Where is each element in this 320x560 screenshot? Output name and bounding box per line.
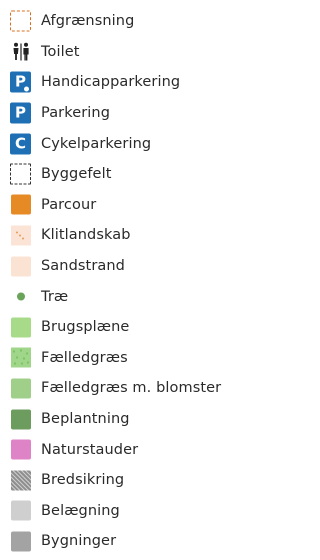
legend-item-naturstauder: Naturstauder (0, 434, 258, 465)
legend-label: Bredsikring (41, 472, 125, 489)
legend-label: Cykelparkering (41, 135, 152, 152)
legend-item-trae: Træ (0, 281, 258, 312)
legend-label: Brugsplæne (41, 319, 130, 336)
parking-letter: P (10, 102, 31, 124)
dunes-swatch (10, 225, 31, 246)
legend-item-afgraensning: Afgrænsning (0, 6, 258, 37)
boundary-icon (10, 10, 31, 32)
legend-label: Træ (41, 288, 69, 305)
tree-icon (10, 286, 31, 307)
legend-item-faelledgraes-blomster: Fælledgræs m. blomster (0, 373, 258, 404)
legend-item-bredsikring: Bredsikring (0, 465, 258, 496)
legend-item-faelledgraes: Fælledgræs (0, 343, 258, 374)
legend-label: Klitlandskab (41, 227, 131, 244)
parcour-swatch (10, 194, 31, 215)
legend-label: Belægning (41, 502, 120, 519)
legend-label: Beplantning (41, 411, 130, 428)
legend-item-beplantning: Beplantning (0, 404, 258, 435)
legend-item-byggefelt: Byggefelt (0, 159, 258, 190)
legend-label: Byggefelt (41, 166, 112, 183)
legend-item-parcour: Parcour (0, 190, 258, 221)
sandstrand-swatch (10, 256, 31, 277)
legend-item-bygninger: Bygninger (0, 526, 258, 557)
building-plot-icon (10, 163, 31, 185)
toilet-icon (10, 41, 31, 62)
legend-item-brugsplaene: Brugsplæne (0, 312, 258, 343)
bygninger-swatch (10, 531, 31, 552)
brugsplaene-swatch (10, 317, 31, 338)
naturstauder-swatch (10, 439, 31, 460)
legend-item-handicapparkering: P Handicapparkering (0, 67, 258, 98)
cycle-letter: C (10, 133, 31, 155)
meadow-flowers-swatch (10, 378, 31, 399)
meadow-swatch (10, 347, 31, 368)
legend-label: Toilet (41, 43, 80, 60)
belaegning-swatch (10, 500, 31, 521)
legend-label: Parkering (41, 105, 111, 122)
legend-item-sandstrand: Sandstrand (0, 251, 258, 282)
parking-icon: P (10, 102, 31, 124)
legend-label: Afgrænsning (41, 13, 135, 30)
legend-item-cykelparkering: C Cykelparkering (0, 128, 258, 159)
legend-label: Bygninger (41, 533, 117, 550)
legend-item-belaegning: Belægning (0, 496, 258, 527)
legend-label: Fælledgræs m. blomster (41, 380, 222, 397)
legend-item-parkering: P Parkering (0, 98, 258, 129)
legend-label: Handicapparkering (41, 74, 181, 91)
handicap-parking-icon: P (10, 71, 31, 93)
beplantning-swatch (10, 409, 31, 430)
legend-item-toilet: Toilet (0, 37, 258, 68)
map-legend: Afgrænsning Toilet P Handicapparkering P (0, 6, 258, 557)
legend-label: Fælledgræs (41, 349, 128, 366)
bicycle-parking-icon: C (10, 133, 31, 155)
legend-label: Parcour (41, 196, 97, 213)
legend-label: Sandstrand (41, 258, 125, 275)
bredsikring-swatch (10, 470, 31, 491)
legend-item-klitlandskab: Klitlandskab (0, 220, 258, 251)
legend-label: Naturstauder (41, 441, 139, 458)
